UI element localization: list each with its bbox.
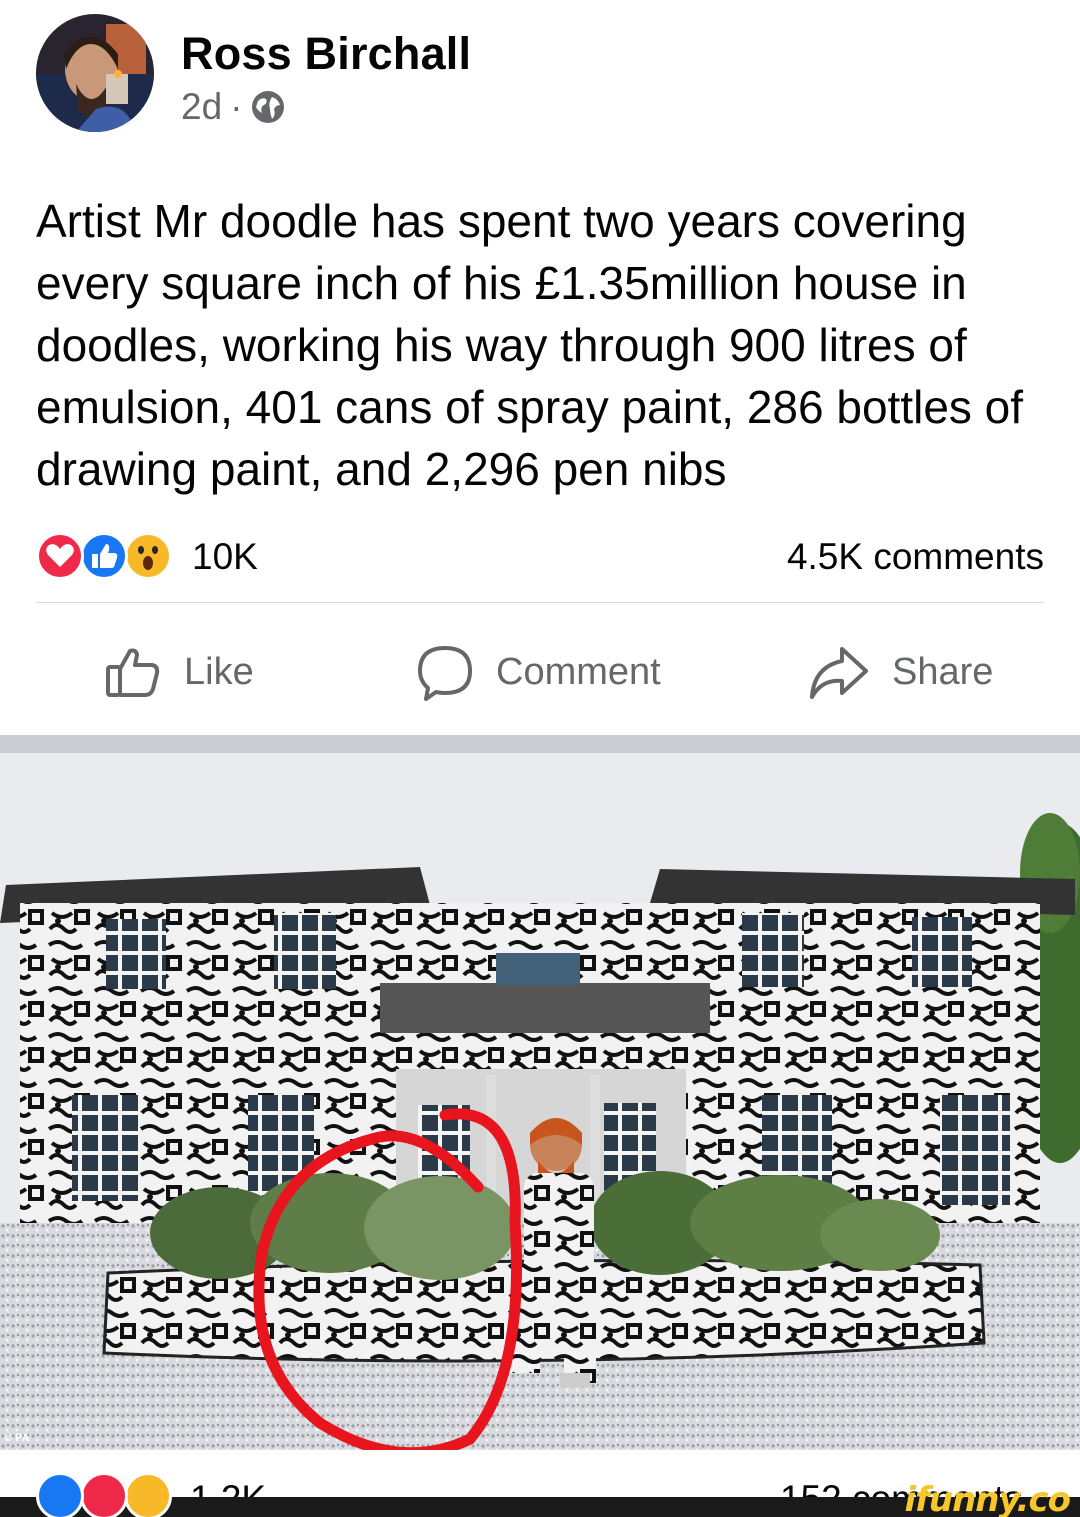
comment-label: Comment bbox=[496, 650, 661, 693]
meta-separator: · bbox=[230, 86, 243, 127]
ifunny-watermark: ifunny.co bbox=[904, 1480, 1071, 1517]
reaction-count[interactable]: 10K bbox=[192, 536, 258, 578]
comment-count[interactable]: 4.5K comments bbox=[787, 536, 1044, 578]
post-text: Artist Mr doodle has spent two years cov… bbox=[36, 195, 1024, 495]
like-button[interactable]: Like bbox=[104, 630, 254, 714]
post-meta: 2d · bbox=[181, 86, 286, 128]
action-bar: Like Comment Share bbox=[0, 630, 1080, 714]
post-photo[interactable] bbox=[0, 753, 1080, 1450]
share-button[interactable]: Share bbox=[808, 630, 993, 714]
like-label: Like bbox=[184, 650, 254, 693]
photo-credit: © PA bbox=[4, 1432, 30, 1444]
divider bbox=[36, 602, 1044, 603]
like-reaction-icon bbox=[80, 532, 128, 580]
post-time[interactable]: 2d bbox=[181, 86, 222, 128]
post-header: Ross Birchall 2d · bbox=[36, 14, 1044, 138]
love-reaction-icon bbox=[80, 1472, 128, 1517]
reactions-summary[interactable]: 10K 4.5K comments bbox=[36, 530, 1044, 582]
reaction-icons bbox=[36, 532, 186, 580]
author-name[interactable]: Ross Birchall bbox=[181, 28, 471, 80]
globe-icon bbox=[250, 89, 286, 125]
comment-bubble-icon bbox=[418, 646, 472, 701]
like-reaction-icon bbox=[36, 1472, 84, 1517]
share-label: Share bbox=[892, 650, 994, 693]
post-image-separator bbox=[0, 735, 1080, 753]
comment-button[interactable]: Comment bbox=[416, 630, 661, 714]
thumbs-up-icon bbox=[106, 648, 160, 697]
love-reaction-icon bbox=[36, 532, 84, 580]
wow-reaction-icon bbox=[124, 1472, 172, 1517]
wow-reaction-icon bbox=[124, 532, 172, 580]
share-arrow-icon bbox=[810, 647, 868, 699]
author-avatar[interactable] bbox=[36, 14, 154, 132]
